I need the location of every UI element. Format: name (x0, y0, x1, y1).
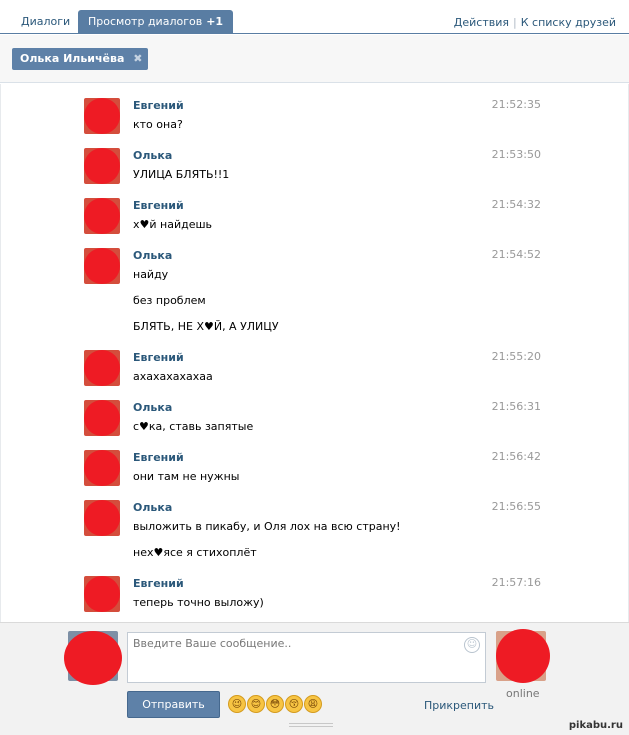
message-avatar[interactable] (84, 198, 120, 234)
message-avatar[interactable] (84, 450, 120, 486)
recipient-chip[interactable]: Олька Ильичёва ✖ (12, 48, 149, 70)
tab-bar: Диалоги Просмотр диалогов +1 Действия | К с… (0, 0, 629, 34)
message-author[interactable]: Олька (133, 249, 172, 262)
message-time: 21:54:52 (491, 248, 541, 261)
emoji-kiss-icon[interactable]: 😚 (285, 695, 303, 713)
message-avatar[interactable] (84, 576, 120, 612)
message-time: 21:57:16 (491, 576, 541, 589)
my-avatar[interactable] (64, 631, 122, 685)
message-author[interactable]: Евгений (133, 351, 184, 364)
attach-link[interactable]: Прикрепить (424, 699, 494, 712)
message-time: 21:56:42 (491, 450, 541, 463)
emoji-weary-icon[interactable]: 😩 (304, 695, 322, 713)
message-text: без проблем (133, 294, 206, 307)
tab-dialogs[interactable]: Диалоги (11, 12, 80, 34)
message-time: 21:52:35 (491, 98, 541, 111)
message-author[interactable]: Олька (133, 401, 172, 414)
message-avatar[interactable] (84, 98, 120, 134)
send-button[interactable]: Отправить (127, 691, 220, 718)
message-author[interactable]: Олька (133, 149, 172, 162)
recipient-bar: Олька Ильичёва ✖ (0, 35, 629, 83)
tab-view-dialogs-count: +1 (206, 15, 224, 28)
watermark: pikabu.ru (568, 720, 623, 731)
message-author[interactable]: Евгений (133, 99, 184, 112)
tab-view-dialogs-label: Просмотр диалогов (88, 15, 203, 28)
top-links: Действия | К списку друзей (454, 16, 616, 29)
message-time: 21:56:31 (491, 400, 541, 413)
emoji-smile-icon[interactable]: 😊 (247, 695, 265, 713)
message-text: нех♥ясе я стихоплёт (133, 546, 257, 559)
message-avatar[interactable] (84, 500, 120, 536)
message-text: теперь точно выложу) (133, 596, 264, 609)
message-avatar[interactable] (84, 248, 120, 284)
emoji-bar: 😉 😊 😳 😚 😩 (228, 695, 323, 713)
message-text: с♥ка, ставь запятые (133, 420, 254, 433)
recipient-name: Олька Ильичёва (20, 52, 125, 65)
link-separator: | (513, 16, 517, 29)
message-text: БЛЯТЬ, НЕ Х♥Й, А УЛИЦУ (133, 320, 279, 333)
resize-handle[interactable] (289, 723, 333, 727)
message-author[interactable]: Евгений (133, 199, 184, 212)
composer: ☺ online Отправить 😉😊😳😚😩 Прикрепить pika… (0, 622, 629, 735)
message-avatar[interactable] (84, 350, 120, 386)
message-text: УЛИЦА БЛЯТЬ!!1 (133, 168, 230, 181)
message-time: 21:55:20 (491, 350, 541, 363)
message-author[interactable]: Олька (133, 501, 172, 514)
message-avatar[interactable] (84, 400, 120, 436)
message-time: 21:56:55 (491, 500, 541, 513)
message-avatar[interactable] (84, 148, 120, 184)
emoji-wink-icon[interactable]: 😉 (228, 695, 246, 713)
message-author[interactable]: Евгений (133, 451, 184, 464)
peer-status: online (506, 687, 540, 700)
smiley-icon[interactable]: ☺ (464, 637, 480, 653)
message-time: 21:54:32 (491, 198, 541, 211)
message-author[interactable]: Евгений (133, 577, 184, 590)
actions-link[interactable]: Действия (454, 16, 509, 29)
emoji-flushed-icon[interactable]: 😳 (266, 695, 284, 713)
message-text: ахахахахахаа (133, 370, 213, 383)
tab-view-dialogs[interactable]: Просмотр диалогов +1 (78, 10, 234, 34)
message-input[interactable] (127, 632, 486, 683)
message-text: найду (133, 268, 169, 281)
message-history[interactable]: Евгений 21:52:35 кто она? Олька 21:53:50 УЛИЦ… (0, 84, 629, 622)
remove-recipient-icon[interactable]: ✖ (133, 48, 142, 70)
message-text: они там не нужны (133, 470, 240, 483)
peer-avatar[interactable] (496, 629, 550, 683)
message-text: кто она? (133, 118, 183, 131)
friends-list-link[interactable]: К списку друзей (521, 16, 616, 29)
message-time: 21:53:50 (491, 148, 541, 161)
message-text: х♥й найдешь (133, 218, 213, 231)
message-text: выложить в пикабу, и Оля лох на всю стра… (133, 520, 401, 533)
